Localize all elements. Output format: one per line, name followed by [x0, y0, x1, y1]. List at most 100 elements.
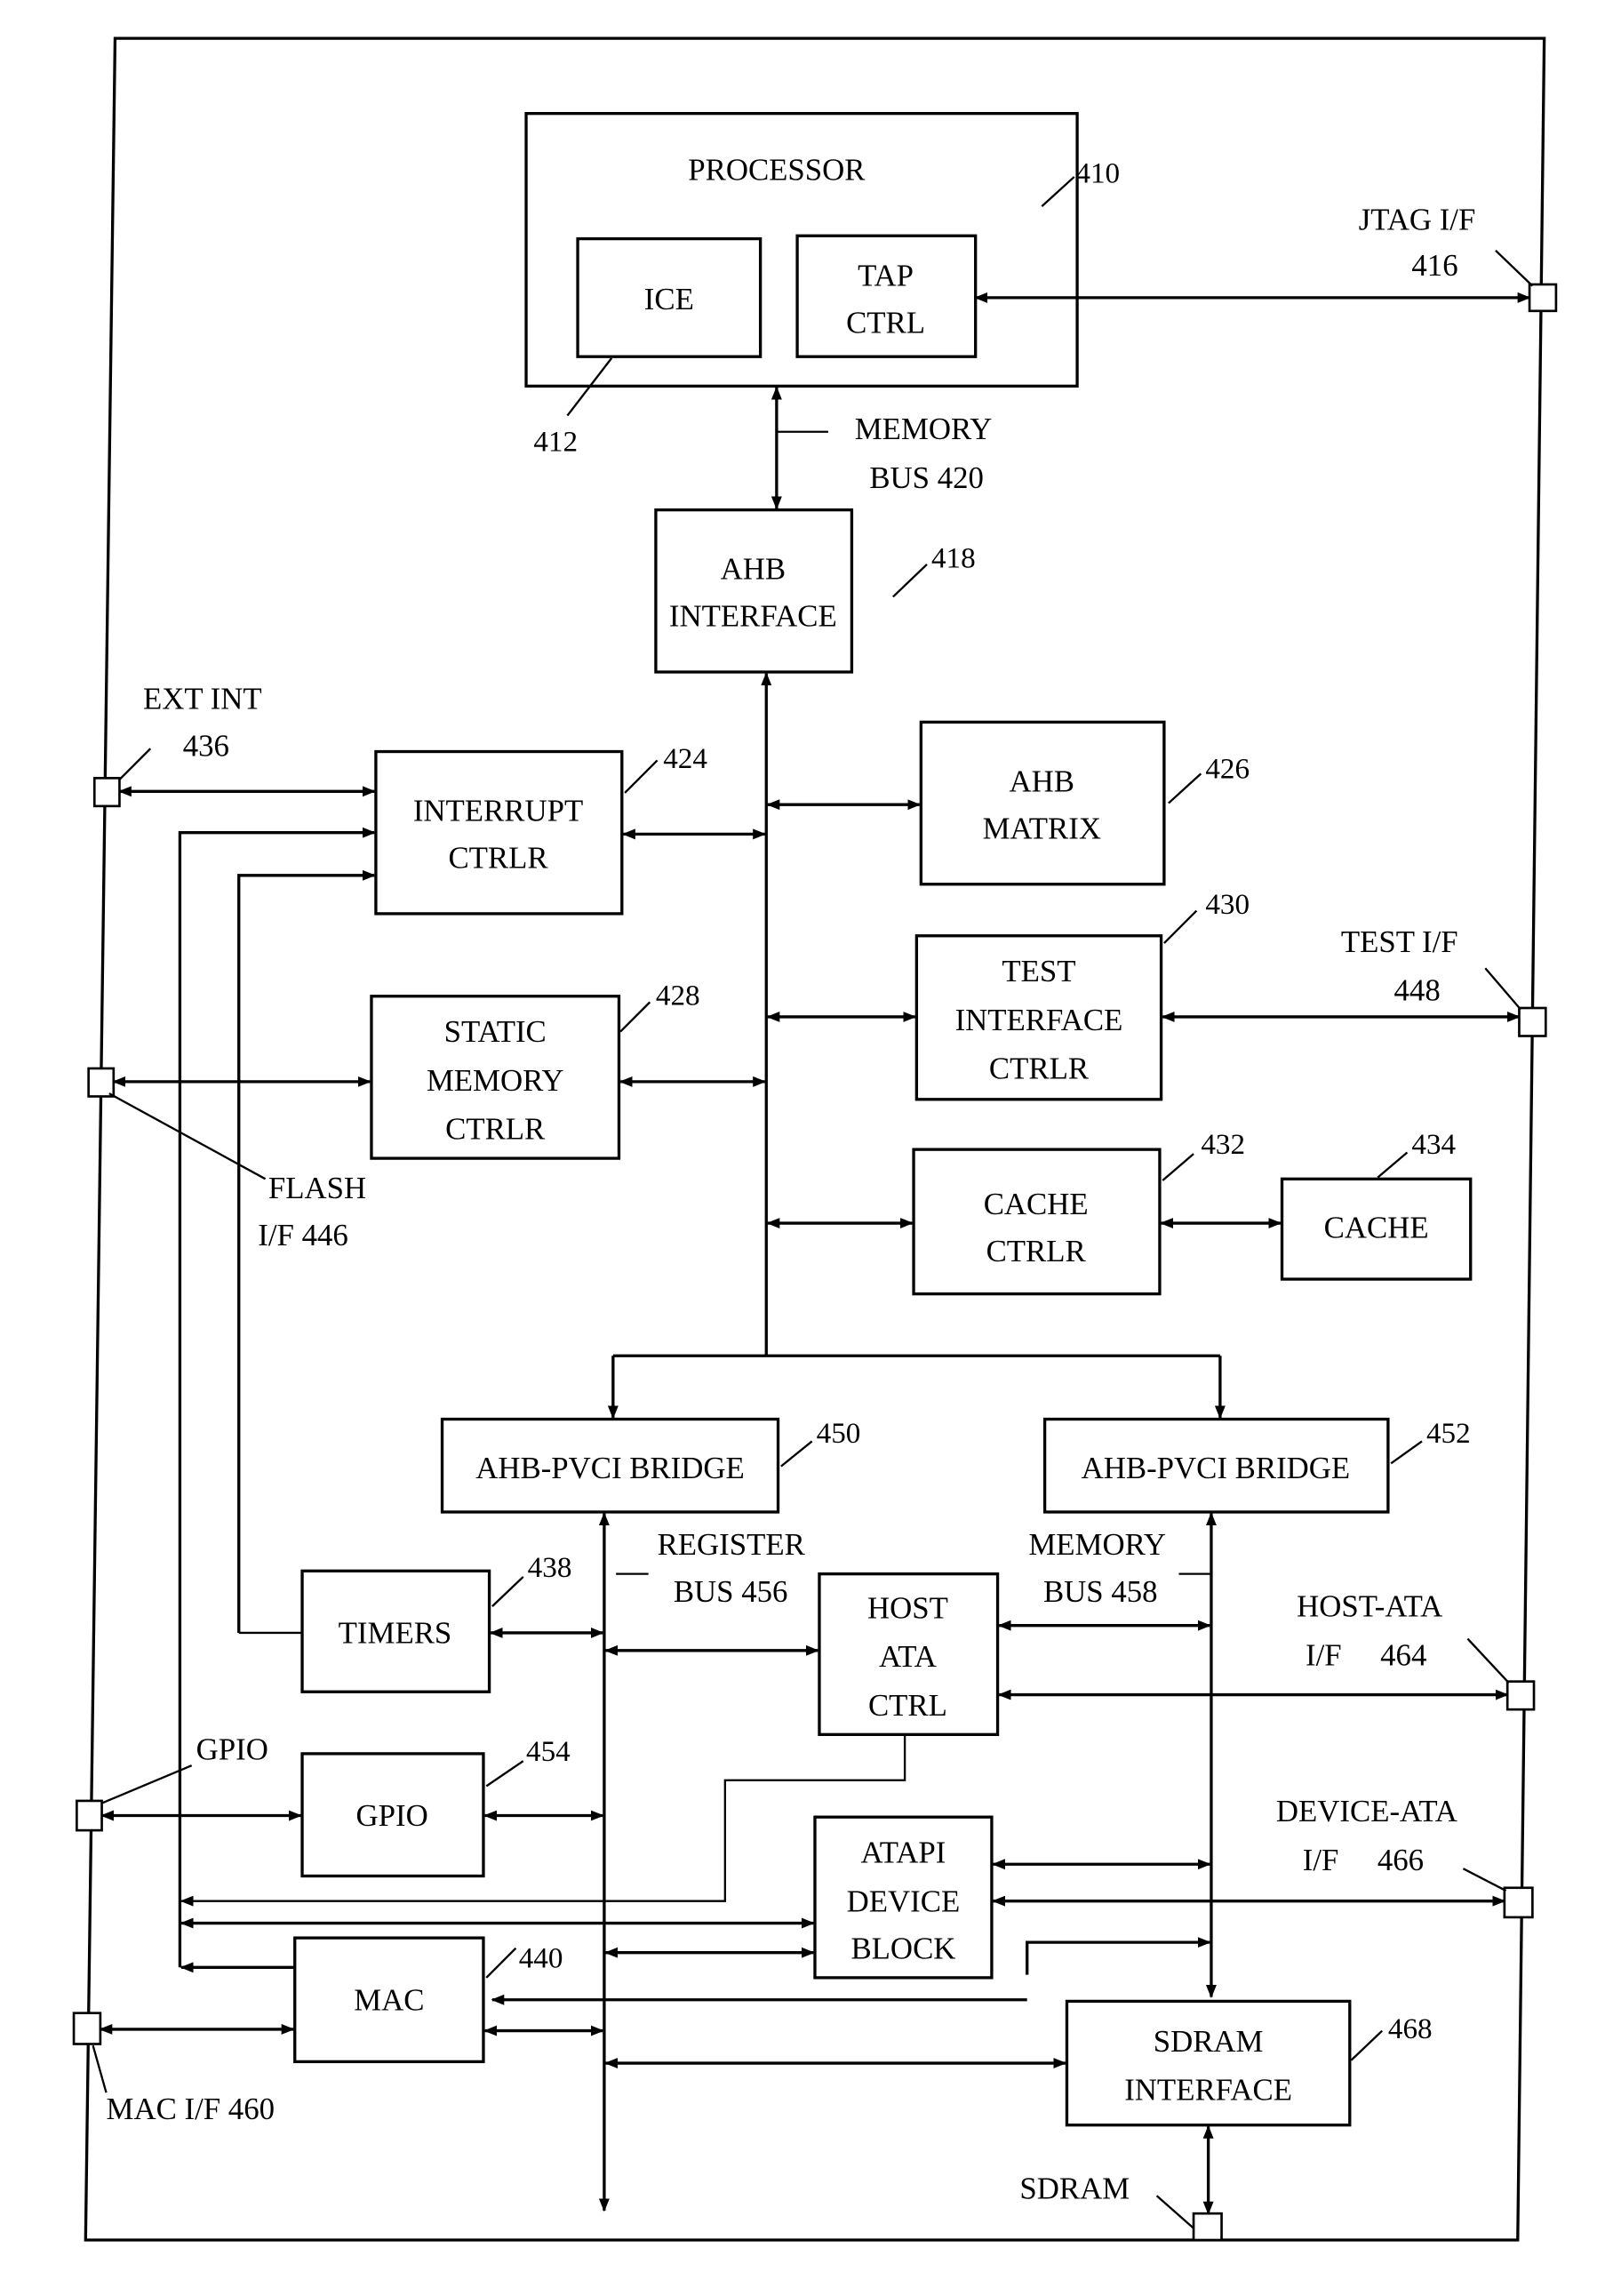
ahb-interface-label-2: INTERFACE [669, 599, 837, 634]
sdram-interface-label-1: SDRAM [1154, 2024, 1264, 2059]
device-ata-if-label-1: DEVICE-ATA [1276, 1794, 1457, 1828]
host-ata-ctrl-label-3: CTRL [868, 1688, 947, 1723]
atapi-label-3: BLOCK [850, 1931, 955, 1965]
jtag-leader [1495, 250, 1534, 287]
gpio-label: GPIO [356, 1798, 428, 1833]
processor-label: PROCESSOR [688, 152, 866, 187]
host-ata-ctrl-label-2: ATA [879, 1639, 937, 1674]
static-memory-ctrlr-label-1: STATIC [444, 1014, 547, 1049]
interrupt-ctrlr-label-1: INTERRUPT [413, 793, 583, 828]
ref-428: 428 [656, 980, 700, 1012]
interrupt-source-line-2 [237, 869, 376, 1633]
ref-432: 432 [1201, 1128, 1245, 1161]
gpio-if-leader [100, 1764, 193, 1805]
mac-if-label: MAC I/F 460 [107, 2092, 275, 2126]
ref-450: 450 [817, 1417, 861, 1450]
static-memory-ctrlr-label-2: MEMORY [427, 1063, 564, 1098]
memory-bus-420-label-1: MEMORY [855, 412, 993, 446]
memory-bus-420-label-2: BUS 420 [869, 460, 984, 495]
flash-if-pad[interactable] [87, 1067, 116, 1098]
sdram-if-label: SDRAM [1019, 2172, 1130, 2206]
static-memory-ctrlr-block[interactable]: STATIC MEMORY CTRLR [370, 995, 621, 1160]
bridge-452-label: AHB-PVCI BRIDGE [1082, 1451, 1351, 1485]
test-interface-ctrlr-block[interactable]: TEST INTERFACE CTRLR [914, 934, 1163, 1101]
ref-412: 412 [533, 425, 578, 458]
dma-to-mem-link [1026, 1937, 1211, 1975]
ahb-matrix-label-1: AHB [1010, 764, 1074, 798]
gpio-block[interactable]: GPIO [300, 1752, 485, 1878]
ref-440: 440 [519, 1941, 563, 1974]
memory-bus-458-label-1: MEMORY [1028, 1527, 1166, 1562]
host-ata-if-label-2: I/F 464 [1306, 1637, 1426, 1672]
tap-ctrl-block[interactable]: TAP CTRL [795, 234, 978, 358]
block-diagram: PROCESSOR 410 ICE 412 TAP CTRL JTAG I/F … [72, 36, 1558, 2242]
ref-leader-426 [1168, 772, 1202, 804]
static-memory-ctrlr-label-3: CTRLR [445, 1112, 546, 1147]
ext-int-label: EXT INT [143, 681, 262, 716]
ref-leader-450 [780, 1440, 813, 1468]
sdram-if-leader [1155, 2195, 1194, 2229]
flash-if-label-2: I/F 446 [258, 1218, 348, 1252]
mac-if-leader [92, 2044, 108, 2093]
ref-leader-418 [892, 564, 928, 598]
timers-block[interactable]: TIMERS [300, 1569, 491, 1693]
device-ata-if-pad[interactable] [1503, 1886, 1534, 1919]
ref-468: 468 [1388, 2012, 1433, 2045]
tap-ctrl-label-1: TAP [858, 259, 914, 293]
ref-leader-452 [1390, 1440, 1423, 1465]
device-ata-if-leader [1462, 1868, 1507, 1892]
ref-leader-438 [491, 1576, 524, 1607]
ref-454: 454 [526, 1735, 571, 1768]
flash-if-label-1: FLASH [268, 1171, 366, 1205]
host-ata-if-label-1: HOST-ATA [1297, 1589, 1442, 1624]
sdram-interface-block[interactable]: SDRAM INTERFACE [1065, 1999, 1352, 2127]
test-interface-ctrlr-label-1: TEST [1002, 954, 1075, 988]
host-ata-ctrl-block[interactable]: HOST ATA CTRL [818, 1572, 1000, 1736]
ref-430: 430 [1205, 888, 1250, 921]
host-ata-ctrl-label-1: HOST [867, 1590, 948, 1625]
gpio-if-pad[interactable] [76, 1799, 103, 1832]
ahb-interface-block[interactable]: AHB INTERFACE [654, 508, 854, 674]
ahb-matrix-block[interactable]: AHB MATRIX [919, 720, 1166, 886]
ref-leader-434 [1377, 1151, 1409, 1179]
ahb-pvci-bridge-452[interactable]: AHB-PVCI BRIDGE [1042, 1417, 1390, 1514]
register-bus-label-1: REGISTER [658, 1527, 806, 1562]
host-ata-if-leader [1466, 1637, 1510, 1684]
atapi-label-2: DEVICE [847, 1884, 961, 1918]
timers-label: TIMERS [339, 1616, 452, 1651]
ice-block[interactable]: ICE [576, 236, 763, 358]
ref-leader-468 [1350, 2029, 1384, 2061]
register-bus-label-2: BUS 456 [674, 1574, 788, 1609]
ref-leader-454 [485, 1760, 524, 1788]
cache-block[interactable]: CACHE [1280, 1177, 1473, 1281]
ref-leader-432 [1162, 1153, 1194, 1181]
ref-leader-424 [624, 759, 659, 794]
gpio-if-label: GPIO [196, 1732, 268, 1767]
test-if-pad[interactable] [1518, 1006, 1547, 1037]
mac-if-pad[interactable] [72, 2012, 102, 2045]
ref-426: 426 [1205, 752, 1250, 785]
sdram-if-pad[interactable] [1192, 2212, 1223, 2242]
mac-block[interactable]: MAC [293, 1936, 485, 2064]
cache-ctrlr-block[interactable]: CACHE CTRLR [912, 1148, 1162, 1296]
test-if-ref: 448 [1394, 973, 1441, 1008]
memory-bus-458-label-2: BUS 458 [1043, 1574, 1158, 1609]
bridge-450-label: AHB-PVCI BRIDGE [475, 1451, 745, 1485]
host-ata-if-pad[interactable] [1505, 1680, 1536, 1711]
interrupt-ctrlr-block[interactable]: INTERRUPT CTRLR [374, 749, 624, 916]
ext-int-pad[interactable] [92, 777, 121, 808]
ahb-pvci-bridge-450[interactable]: AHB-PVCI BRIDGE [440, 1417, 780, 1514]
jtag-label: JTAG I/F [1359, 203, 1476, 237]
flash-if-leader [108, 1092, 267, 1180]
jtag-ref: 416 [1411, 248, 1457, 283]
ahb-matrix-label-2: MATRIX [983, 811, 1101, 845]
sdram-interface-label-2: INTERFACE [1124, 2073, 1292, 2108]
atapi-device-block[interactable]: ATAPI DEVICE BLOCK [813, 1815, 994, 1980]
test-if-leader [1484, 967, 1521, 1011]
ref-410: 410 [1075, 157, 1120, 190]
ref-452: 452 [1426, 1417, 1471, 1450]
jtag-pad[interactable] [1528, 283, 1558, 313]
cache-label: CACHE [1324, 1211, 1429, 1245]
tap-ctrl-label-2: CTRL [846, 306, 925, 340]
ext-int-leader [116, 748, 152, 782]
